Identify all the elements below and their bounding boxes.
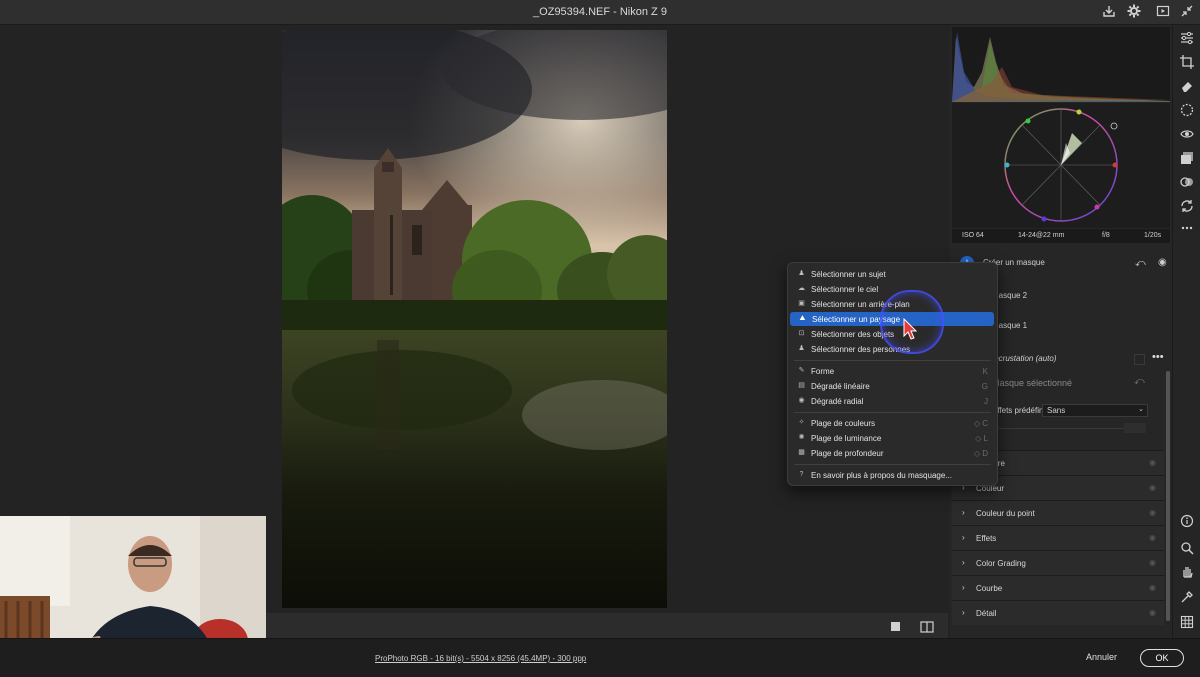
panel-scrollbar[interactable] [1166, 371, 1170, 621]
menu-divider [794, 360, 991, 361]
presets-icon[interactable] [1179, 175, 1195, 191]
title-bar: _OZ95394.NEF - Nikon Z 9 [0, 0, 1200, 25]
chevron-right-icon: › [962, 533, 965, 542]
ok-button[interactable]: OK [1140, 649, 1184, 667]
mask-tool-icon[interactable] [1179, 103, 1195, 119]
menu-item-luminance-range[interactable]: ✺ Plage de luminance ◇ L [789, 431, 996, 445]
overlay-checkbox[interactable] [1134, 354, 1145, 365]
crop-icon[interactable] [1179, 55, 1195, 71]
info-icon[interactable] [1179, 514, 1195, 530]
eye-icon[interactable]: ◉ [1149, 533, 1156, 542]
iso-value: ISO 64 [962, 232, 984, 239]
zoom-icon[interactable] [1179, 541, 1195, 557]
shutter-value: 1/20s [1144, 232, 1162, 239]
radial-gradient-icon: ◉ [798, 397, 805, 404]
eye-icon[interactable]: ◉ [1149, 508, 1156, 517]
people-icon: ♟ [798, 345, 805, 352]
presets-value: Sans [1047, 406, 1066, 415]
menu-item-learn-more[interactable]: ? En savoir plus à propos du masquage... [789, 468, 996, 482]
amount-field[interactable] [1124, 423, 1146, 433]
histogram [952, 27, 1170, 102]
eye-icon[interactable]: ◉ [1149, 583, 1156, 592]
brush-icon: ✎ [798, 367, 805, 374]
eye-icon[interactable]: ◉ [1149, 608, 1156, 617]
view-mode-icon[interactable] [890, 620, 902, 638]
workflow-options-link[interactable]: ProPhoto RGB - 16 bit(s) - 5504 x 8256 (… [375, 654, 586, 663]
presets-label: Effets prédéfinis [992, 406, 1050, 415]
section-color-grading[interactable]: › Color Grading ◉ [952, 550, 1164, 575]
section-detail[interactable]: › Détail ◉ [952, 600, 1164, 625]
eye-icon[interactable]: ◉ [1158, 257, 1167, 268]
mouse-pointer-icon [903, 317, 918, 345]
depth-range-icon: ▦ [798, 449, 805, 456]
landscape-icon: ⛰ [799, 315, 806, 322]
color-range-icon: ✧ [798, 419, 805, 426]
tool-strip [1172, 25, 1200, 638]
sync-icon[interactable] [1179, 199, 1195, 215]
before-after-icon[interactable] [920, 620, 934, 638]
selected-mask-label: Masque sélectionné [992, 378, 1073, 388]
amount-slider[interactable] [990, 428, 1140, 429]
menu-item-depth-range[interactable]: ▦ Plage de profondeur ◇ D [789, 446, 996, 460]
overlay-label: Incrustation (auto) [992, 354, 1057, 363]
eraser-icon[interactable] [1179, 79, 1195, 95]
section-point-color[interactable]: › Couleur du point ◉ [952, 500, 1164, 525]
lens-value: 14-24@22 mm [1018, 232, 1065, 239]
photo-preview[interactable] [282, 30, 667, 608]
save-icon[interactable] [1101, 4, 1117, 20]
menu-item-radial-gradient[interactable]: ◉ Dégradé radial J [789, 394, 996, 408]
person-icon: ♟ [798, 270, 805, 277]
menu-divider [794, 412, 991, 413]
eye-icon[interactable]: ◉ [1149, 483, 1156, 492]
menu-item-brush[interactable]: ✎ Forme K [789, 364, 996, 378]
grid-icon[interactable] [1179, 615, 1195, 631]
eyedropper-icon[interactable] [1179, 590, 1195, 606]
fullscreen-preview-icon[interactable] [1155, 4, 1171, 20]
more-options-icon[interactable] [1179, 221, 1195, 237]
chevron-right-icon: › [962, 558, 965, 567]
exif-bar: ISO 64 14-24@22 mm f/8 1/20s [952, 229, 1170, 243]
sky-icon: ☁ [798, 285, 805, 292]
eye-icon[interactable]: ◉ [1149, 458, 1156, 467]
hand-icon[interactable] [1179, 564, 1195, 580]
help-icon: ? [799, 471, 804, 478]
collapse-icon[interactable] [1179, 4, 1195, 20]
reset-icon[interactable]: ⤺ [1134, 376, 1145, 387]
cancel-button[interactable]: Annuler [1076, 649, 1127, 665]
aperture-value: f/8 [1102, 232, 1110, 239]
edit-sliders-icon[interactable] [1179, 31, 1195, 47]
presets-dropdown[interactable]: Sans ⌄ [1042, 404, 1148, 417]
background-icon: ▣ [798, 300, 805, 307]
gear-icon[interactable] [1126, 4, 1142, 20]
eye-icon[interactable]: ◉ [1149, 558, 1156, 567]
luminance-range-icon: ✺ [798, 434, 805, 441]
red-eye-icon[interactable] [1179, 127, 1195, 143]
more-icon[interactable]: ••• [1152, 351, 1164, 363]
color-wheel[interactable] [952, 103, 1170, 228]
section-effects[interactable]: › Effets ◉ [952, 525, 1164, 550]
chevron-right-icon: › [962, 608, 965, 617]
snapshots-icon[interactable] [1179, 151, 1195, 167]
window-title: _OZ95394.NEF - Nikon Z 9 [533, 6, 667, 18]
menu-item-linear-gradient[interactable]: ▤ Dégradé linéaire G [789, 379, 996, 393]
menu-divider [794, 464, 991, 465]
chevron-right-icon: › [962, 508, 965, 517]
chevron-right-icon: › [962, 583, 965, 592]
reset-icon[interactable]: ⤺ [1135, 258, 1146, 269]
chevron-down-icon: ⌄ [1138, 406, 1144, 413]
footer-bar: ProPhoto RGB - 16 bit(s) - 5504 x 8256 (… [0, 638, 1200, 677]
section-curve[interactable]: › Courbe ◉ [952, 575, 1164, 600]
objects-icon: ⊡ [798, 330, 805, 337]
menu-item-color-range[interactable]: ✧ Plage de couleurs ◇ C [789, 416, 996, 430]
menu-item-select-sky[interactable]: ☁ Sélectionner le ciel [789, 282, 996, 296]
menu-item-select-subject[interactable]: ♟ Sélectionner un sujet [789, 267, 996, 281]
linear-gradient-icon: ▤ [798, 382, 805, 389]
